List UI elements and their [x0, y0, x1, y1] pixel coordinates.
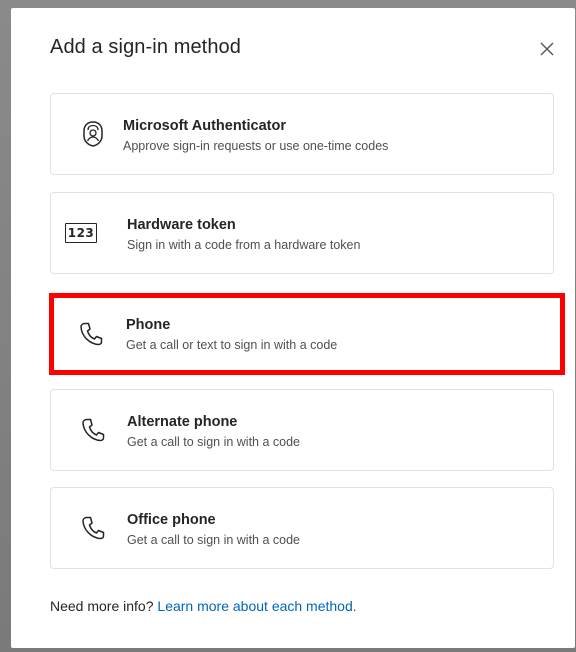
method-alternate-phone[interactable]: Alternate phone Get a call to sign in wi…: [50, 389, 554, 471]
method-microsoft-authenticator[interactable]: Microsoft Authenticator Approve sign-in …: [50, 93, 554, 175]
method-name: Microsoft Authenticator: [123, 118, 286, 134]
method-description: Get a call or text to sign in with a cod…: [126, 338, 338, 352]
close-button[interactable]: [536, 38, 558, 60]
authenticator-lock-icon: [77, 118, 109, 150]
phone-icon: [77, 414, 109, 446]
method-name: Alternate phone: [127, 414, 238, 430]
hardware-token-icon: 123: [65, 217, 97, 249]
dialog-title: Add a sign-in method: [50, 36, 242, 58]
method-description: Approve sign-in requests or use one-time…: [123, 139, 389, 153]
method-description: Get a call to sign in with a code: [127, 533, 301, 547]
close-icon: [540, 42, 554, 56]
method-office-phone[interactable]: Office phone Get a call to sign in with …: [50, 487, 554, 569]
footer-text: Need more info?: [50, 598, 154, 614]
method-phone[interactable]: Phone Get a call or text to sign in with…: [49, 293, 565, 375]
learn-more-link[interactable]: Learn more about each method.: [157, 598, 356, 614]
method-name: Phone: [126, 317, 171, 333]
phone-icon: [77, 512, 109, 544]
method-name: Office phone: [127, 512, 216, 528]
method-name: Hardware token: [127, 217, 236, 233]
method-description: Get a call to sign in with a code: [127, 435, 301, 449]
hardware-token-icon-text: 123: [65, 223, 97, 243]
add-sign-in-method-dialog: Add a sign-in method Microsoft Authentic…: [11, 8, 575, 648]
footer-info: Need more info? Learn more about each me…: [50, 598, 357, 614]
phone-icon: [75, 318, 107, 350]
method-description: Sign in with a code from a hardware toke…: [127, 238, 361, 252]
method-hardware-token[interactable]: 123 Hardware token Sign in with a code f…: [50, 192, 554, 274]
